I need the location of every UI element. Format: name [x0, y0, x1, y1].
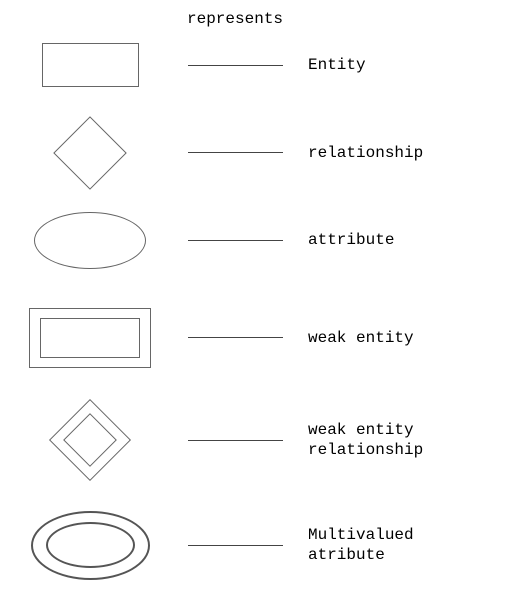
shape-cell — [0, 511, 180, 580]
line-cell — [180, 545, 290, 546]
double-rectangle-icon — [29, 308, 151, 368]
line-cell — [180, 65, 290, 66]
double-ellipse-icon — [31, 511, 150, 580]
underline-icon — [188, 240, 283, 241]
diamond-icon — [53, 116, 127, 190]
shape-cell — [0, 43, 180, 87]
double-diamond-icon — [49, 399, 131, 481]
underline-icon — [188, 337, 283, 338]
legend-label: attribute — [290, 230, 394, 250]
legend-row-multivalued: Multivaluedatribute — [0, 505, 530, 585]
ellipse-icon — [34, 212, 146, 269]
legend-row-entity: Entity — [0, 35, 530, 95]
legend-label: weak entityrelationship — [290, 420, 423, 460]
shape-cell — [0, 127, 180, 179]
legend-row-weak-entity: weak entity — [0, 300, 530, 375]
legend-header: represents — [187, 10, 283, 28]
legend-label: relationship — [290, 143, 423, 163]
legend-label: Multivaluedatribute — [290, 525, 414, 565]
legend-row-relationship: relationship — [0, 115, 530, 190]
double-rectangle-inner-icon — [40, 318, 140, 358]
shape-cell — [0, 308, 180, 368]
legend-label: weak entity — [290, 328, 414, 348]
line-cell — [180, 337, 290, 338]
legend-row-weak-relationship: weak entityrelationship — [0, 400, 530, 480]
double-diamond-inner-icon — [63, 413, 117, 467]
underline-icon — [188, 152, 283, 153]
underline-icon — [188, 440, 283, 441]
shape-cell — [0, 411, 180, 469]
rectangle-icon — [42, 43, 139, 87]
underline-icon — [188, 545, 283, 546]
line-cell — [180, 440, 290, 441]
line-cell — [180, 152, 290, 153]
legend-label: Entity — [290, 55, 366, 75]
underline-icon — [188, 65, 283, 66]
legend-row-attribute: attribute — [0, 205, 530, 275]
shape-cell — [0, 212, 180, 269]
line-cell — [180, 240, 290, 241]
double-ellipse-inner-icon — [46, 522, 135, 568]
